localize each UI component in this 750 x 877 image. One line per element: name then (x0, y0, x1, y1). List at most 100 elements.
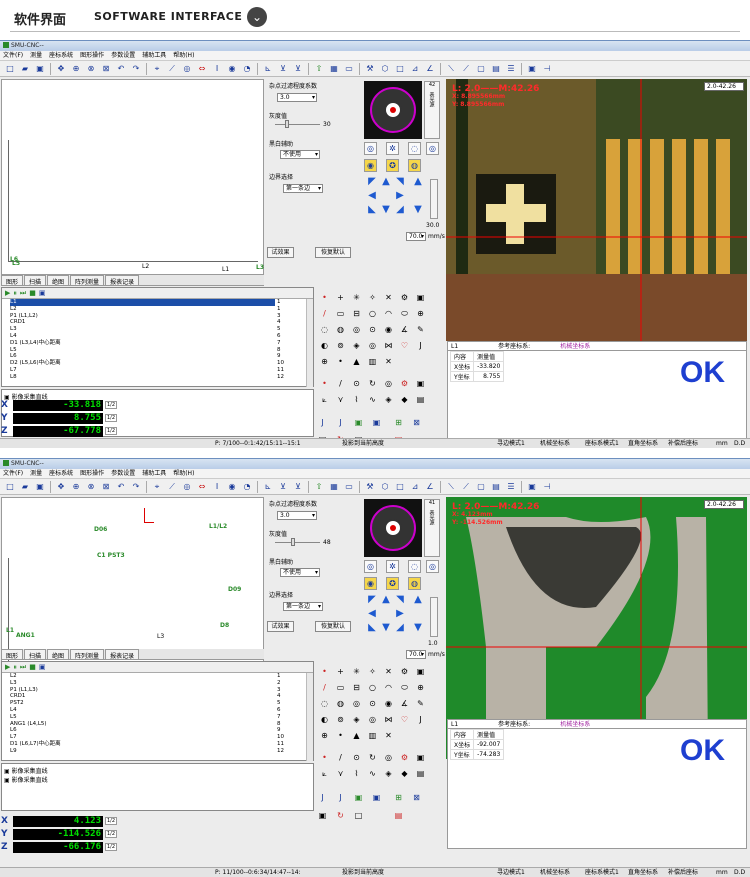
camera-view[interactable]: L: 2.0——M:42.26 X: 8.895566mm Y: 8.89556… (446, 79, 747, 341)
arrow-left-icon[interactable]: ◀ (366, 608, 378, 620)
dot-tool-icon[interactable]: • (334, 729, 347, 742)
arc-tool-icon[interactable]: ◠ (382, 681, 395, 694)
tab-array[interactable]: 阵列测量 (70, 649, 105, 660)
list-item[interactable]: L8 (10, 374, 313, 381)
plus-circle-icon[interactable]: ⊕ (318, 355, 331, 368)
lamp-icon[interactable]: ◍ (408, 577, 421, 590)
bottom-light-icon[interactable]: ◎ (426, 142, 439, 155)
j-tool-icon[interactable]: J (414, 713, 427, 726)
list-item[interactable]: L7 (10, 367, 313, 374)
menu-coord[interactable]: 座标系统 (49, 52, 73, 59)
j5-icon[interactable]: J (334, 791, 347, 804)
dot2-tool-icon[interactable]: • (318, 751, 331, 764)
gear2-tool-icon[interactable]: ⚙ (398, 377, 411, 390)
gray-slider-thumb[interactable] (291, 538, 295, 546)
y-half-button[interactable]: 1/2 (105, 414, 118, 422)
circle2-tool-icon[interactable]: ◎ (366, 713, 379, 726)
ring-tool-icon[interactable]: ◎ (382, 377, 395, 390)
exit-icon[interactable]: ⊣ (540, 480, 554, 493)
line-tool-icon[interactable]: / (318, 307, 331, 320)
arrow-down-left-icon[interactable]: ◣ (366, 622, 378, 634)
gear2-tool-icon[interactable]: ⚙ (398, 751, 411, 764)
slash-tool-icon[interactable]: / (334, 751, 347, 764)
x-half-button[interactable]: 1/2 (105, 817, 118, 825)
tab-draw[interactable]: 绝图 (47, 649, 70, 660)
spiral-tool-icon[interactable]: ◎ (350, 697, 363, 710)
close-tool-icon[interactable]: ✕ (382, 355, 395, 368)
sheet-tool-icon[interactable]: ▤ (414, 767, 427, 780)
list-item[interactable]: D2 (L5,L6)中心距离 (10, 360, 313, 367)
arrow-down-left-icon[interactable]: ◣ (366, 204, 378, 216)
sheet-tool-icon[interactable]: ▤ (414, 393, 427, 406)
image2-tool-icon[interactable]: ▣ (414, 377, 427, 390)
add-icon[interactable]: ⊞ (392, 791, 405, 804)
wand-tool-icon[interactable]: ✧ (366, 291, 379, 304)
blank-icon[interactable]: □ (352, 809, 365, 822)
dot-ring-icon[interactable]: ⊙ (366, 697, 379, 710)
tool-icon[interactable]: ⚒ (363, 62, 377, 75)
top-light-icon[interactable]: ◌ (408, 142, 421, 155)
stamp-tool-icon[interactable]: ▲ (350, 355, 363, 368)
angle2-tool-icon[interactable]: ⟀ (318, 393, 331, 406)
menu-params[interactable]: 参数设置 (111, 52, 135, 59)
circ-dot-icon[interactable]: ⊙ (350, 377, 363, 390)
measure-point-icon[interactable]: ⌖ (150, 62, 164, 75)
angle-icon[interactable]: ∠ (423, 62, 437, 75)
redo-icon[interactable]: ↷ (129, 480, 143, 493)
z-up-icon[interactable]: ▲ (412, 594, 424, 606)
list-scrollbar[interactable] (306, 673, 313, 761)
measure-circle-icon[interactable]: ◎ (180, 480, 194, 493)
target-tool-icon[interactable]: ◉ (382, 697, 395, 710)
slot-tool-icon[interactable]: ⊟ (350, 307, 363, 320)
window-icon[interactable]: ▭ (342, 480, 356, 493)
save-icon[interactable]: ▣ (33, 480, 47, 493)
measure-line-icon[interactable]: ⟋ (165, 480, 179, 493)
circle-cross-icon[interactable]: ⊕ (414, 681, 427, 694)
save-icon[interactable]: ▣ (33, 62, 47, 75)
list-item[interactable]: PST2 (10, 700, 313, 707)
diag-icon[interactable]: ⟍ (444, 480, 458, 493)
cw-tool-icon[interactable]: ↻ (366, 377, 379, 390)
target2-icon[interactable]: ⊠ (410, 791, 423, 804)
merge-tool-icon[interactable]: ⋈ (382, 339, 395, 352)
gray-slider-thumb[interactable] (285, 120, 289, 128)
axis-icon[interactable]: ⊾ (261, 62, 275, 75)
exit-icon[interactable]: ⊣ (540, 62, 554, 75)
triangle-icon[interactable]: ⊿ (408, 62, 422, 75)
coax-light-icon[interactable]: ✲ (386, 142, 399, 155)
slash-tool-icon[interactable]: / (334, 377, 347, 390)
list-item[interactable]: L5 (10, 714, 313, 721)
teardrop-tool-icon[interactable]: ◐ (318, 713, 331, 726)
spiral-tool-icon[interactable]: ◎ (350, 323, 363, 336)
angle-tool-icon[interactable]: ∡ (398, 697, 411, 710)
coax-light-icon[interactable]: ✲ (386, 560, 399, 573)
color-icon[interactable]: ▤ (392, 809, 405, 822)
feed-select[interactable]: 70.0 (406, 650, 426, 659)
curve-tool-icon[interactable]: ◍ (334, 697, 347, 710)
jo-icon[interactable]: J (316, 791, 329, 804)
wave-tool-icon[interactable]: ⌇ (350, 393, 363, 406)
cw-tool-icon[interactable]: ↻ (366, 751, 379, 764)
image-tool-icon[interactable]: ▣ (414, 665, 427, 678)
edge-select[interactable]: 第一条边 (283, 184, 323, 193)
arrow-right-icon[interactable]: ▶ (394, 190, 406, 202)
measure-point-icon[interactable]: ⌖ (150, 480, 164, 493)
stamp-tool-icon[interactable]: ▲ (350, 729, 363, 742)
menu-help[interactable]: 帮助(H) (173, 470, 194, 477)
shape-icon[interactable]: ⬡ (378, 62, 392, 75)
gear-tool-icon[interactable]: ⚙ (398, 291, 411, 304)
pen-tool-icon[interactable]: ✎ (414, 323, 427, 336)
add-icon[interactable]: ⊞ (392, 416, 405, 429)
new-file-icon[interactable]: □ (3, 62, 17, 75)
axis-y-icon[interactable]: ⊻ (291, 480, 305, 493)
z-up-icon[interactable]: ▲ (412, 176, 424, 188)
light-dial[interactable] (364, 81, 422, 139)
home-icon[interactable]: ⇧ (312, 62, 326, 75)
circle-tool-icon[interactable]: ○ (366, 307, 379, 320)
home-icon[interactable]: ⇧ (312, 480, 326, 493)
zoom-icon[interactable]: ⊕ (69, 480, 83, 493)
pause-icon[interactable]: ⏸ (13, 663, 17, 672)
wave-tool-icon[interactable]: ⌇ (350, 767, 363, 780)
sel-line-icon[interactable]: ⟋ (459, 480, 473, 493)
autofocus-icon[interactable]: ✪ (386, 577, 399, 590)
